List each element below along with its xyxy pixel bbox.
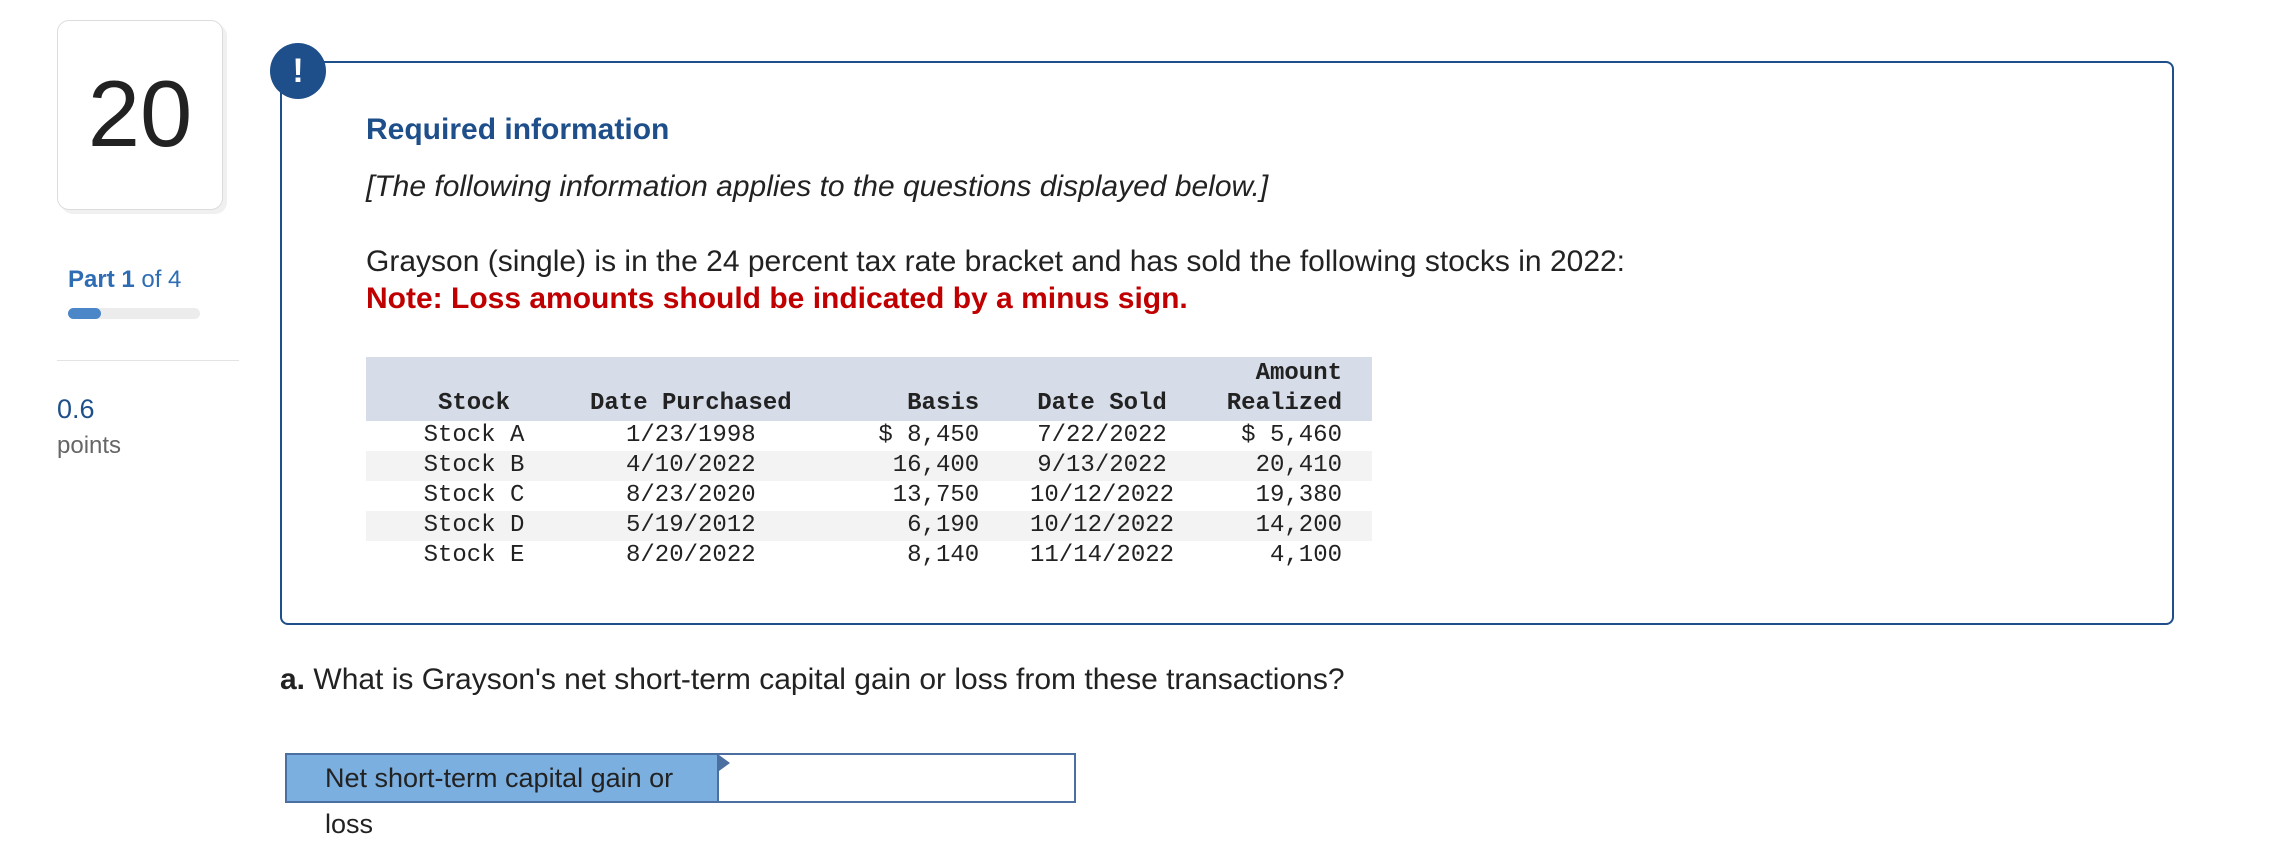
loss-note: Note: Loss amounts should be indicated b… <box>366 282 1188 315</box>
answer-row: Net short-term capital gain or loss <box>285 753 1076 839</box>
question-a: a. What is Grayson's net short-term capi… <box>280 663 1345 697</box>
cell-date-purchased: 8/20/2022 <box>626 542 756 569</box>
cell-amount-realized: 4,100 <box>1269 542 1342 569</box>
cell-amount-realized: 20,410 <box>1255 452 1342 479</box>
alert-icon: ! <box>270 43 326 99</box>
answer-label: Net short-term capital gain or loss <box>287 755 719 839</box>
cell-basis: 8,140 <box>907 542 980 569</box>
cell-amount-realized: 19,380 <box>1255 482 1342 509</box>
part-total: of 4 <box>141 266 182 293</box>
cell-date-sold: 10/12/2022 <box>1030 512 1175 539</box>
cell-stock: Stock C <box>423 482 525 509</box>
cell-basis: $ 8,450 <box>878 422 980 449</box>
cell-date-purchased: 5/19/2012 <box>626 512 756 539</box>
cell-basis: 16,400 <box>892 452 980 479</box>
cell-basis: 6,190 <box>907 512 980 539</box>
header-basis: Basis <box>907 390 980 417</box>
cell-stock: Stock D <box>423 512 525 539</box>
cell-stock: Stock E <box>423 542 525 569</box>
cell-date-sold: 11/14/2022 <box>1030 542 1175 569</box>
sidebar-divider <box>57 360 239 361</box>
cell-amount-realized: $ 5,460 <box>1241 422 1342 449</box>
points-label: points <box>57 432 122 459</box>
part-indicator: Part 1 of 4 <box>68 266 181 294</box>
question-number-card: 20 <box>57 20 223 210</box>
cell-date-sold: 9/13/2022 <box>1037 452 1167 479</box>
required-information-subtitle: [The following information applies to th… <box>366 170 1269 203</box>
net-short-term-gain-input[interactable] <box>719 755 1074 801</box>
header-date-sold: Date Sold <box>1037 390 1167 417</box>
cell-date-purchased: 1/23/1998 <box>626 422 756 449</box>
cell-date-sold: 10/12/2022 <box>1030 482 1175 509</box>
question-number: 20 <box>87 61 193 166</box>
question-a-text: What is Grayson's net short-term capital… <box>313 663 1345 696</box>
header-stock: Stock <box>437 390 510 417</box>
table-row: Stock E 8/20/2022 8,140 11/14/2022 4,100 <box>366 541 1372 571</box>
part-progress-bar <box>68 308 200 319</box>
part-current: Part 1 <box>68 266 135 293</box>
required-information-title: Required information <box>366 113 670 146</box>
problem-statement: Grayson (single) is in the 24 percent ta… <box>366 245 1626 278</box>
table-row: Stock A 1/23/1998 $ 8,450 7/22/2022 $ 5,… <box>366 421 1372 451</box>
table-header-row: Stock Date Purchased Basis Date Sold Amo… <box>366 357 1372 421</box>
cell-date-purchased: 8/23/2020 <box>626 482 756 509</box>
cell-stock: Stock A <box>423 422 525 449</box>
cell-marker-icon <box>719 755 730 771</box>
cell-date-sold: 7/22/2022 <box>1037 422 1167 449</box>
answer-cell[interactable] <box>719 755 1074 801</box>
cell-amount-realized: 14,200 <box>1255 512 1342 539</box>
table-row: Stock C 8/23/2020 13,750 10/12/2022 19,3… <box>366 481 1372 511</box>
header-amount-line1: Amount <box>1255 360 1342 387</box>
header-amount-realized: Amount Realized <box>1195 357 1372 421</box>
cell-stock: Stock B <box>423 452 525 479</box>
table-row: Stock D 5/19/2012 6,190 10/12/2022 14,20… <box>366 511 1372 541</box>
question-a-label: a. <box>280 663 306 696</box>
stock-table: Stock Date Purchased Basis Date Sold Amo… <box>366 357 1372 571</box>
cell-date-purchased: 4/10/2022 <box>626 452 756 479</box>
points-value: 0.6 <box>57 394 95 424</box>
header-amount-line2: Realized <box>1226 390 1342 417</box>
header-date-purchased: Date Purchased <box>590 390 792 417</box>
part-progress-fill <box>68 308 101 319</box>
table-row: Stock B 4/10/2022 16,400 9/13/2022 20,41… <box>366 451 1372 481</box>
cell-basis: 13,750 <box>892 482 980 509</box>
